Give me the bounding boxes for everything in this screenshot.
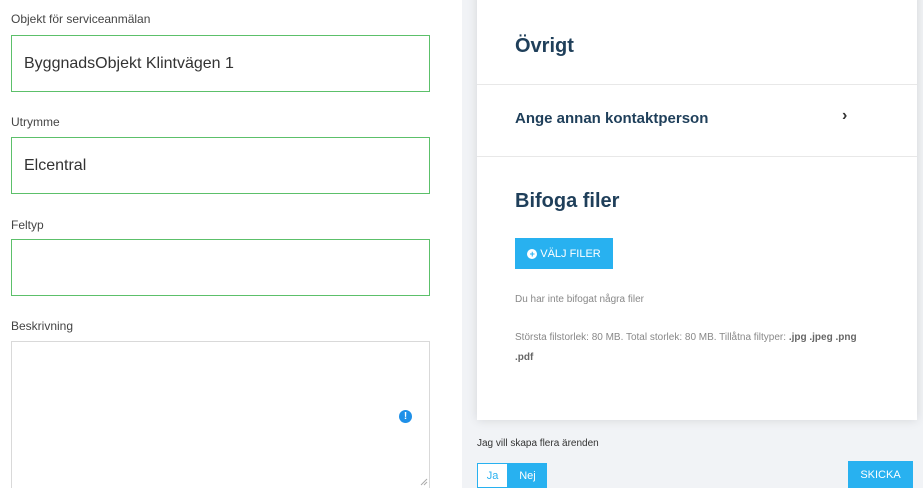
description-textarea[interactable] <box>11 341 430 488</box>
object-field[interactable]: ByggnadsObjekt Klintvägen 1 <box>11 35 430 92</box>
fault-field[interactable] <box>11 239 430 296</box>
resize-handle-icon[interactable] <box>420 478 428 486</box>
file-limits-text: Största filstorlek: 80 MB. Total storlek… <box>515 328 875 368</box>
space-label: Utrymme <box>11 115 60 129</box>
no-option[interactable]: Nej <box>508 463 547 488</box>
choose-files-label: VÄLJ FILER <box>540 247 601 260</box>
contact-person-label: Ange annan kontaktperson <box>515 110 709 127</box>
file-limits-label: Största filstorlek: 80 MB. Total storlek… <box>515 332 789 343</box>
other-heading: Övrigt <box>515 35 574 57</box>
form-column: Objekt för serviceanmälan ByggnadsObjekt… <box>0 0 462 488</box>
chevron-right-icon: › <box>842 107 848 124</box>
multiple-cases-toggle: Ja Nej <box>477 463 547 488</box>
object-label: Objekt för serviceanmälan <box>11 12 151 26</box>
space-field[interactable]: Elcentral <box>11 137 430 194</box>
plus-circle-icon: + <box>527 248 538 259</box>
warning-icon: ! <box>399 410 412 423</box>
fault-label: Feltyp <box>11 218 44 232</box>
choose-files-button[interactable]: + VÄLJ FILER <box>515 238 613 269</box>
attach-heading: Bifoga filer <box>515 190 620 212</box>
divider <box>477 156 917 157</box>
description-label: Beskrivning <box>11 319 74 333</box>
options-card: Övrigt Ange annan kontaktperson › Bifoga… <box>477 0 917 420</box>
send-button[interactable]: SKICKA <box>848 461 913 488</box>
no-files-text: Du har inte bifogat några filer <box>515 294 644 305</box>
multiple-cases-label: Jag vill skapa flera ärenden <box>477 438 599 449</box>
object-value: ByggnadsObjekt Klintvägen 1 <box>24 54 234 72</box>
space-value: Elcentral <box>24 156 87 174</box>
yes-option[interactable]: Ja <box>477 463 508 488</box>
contact-person-row[interactable]: Ange annan kontaktperson › <box>477 85 917 156</box>
